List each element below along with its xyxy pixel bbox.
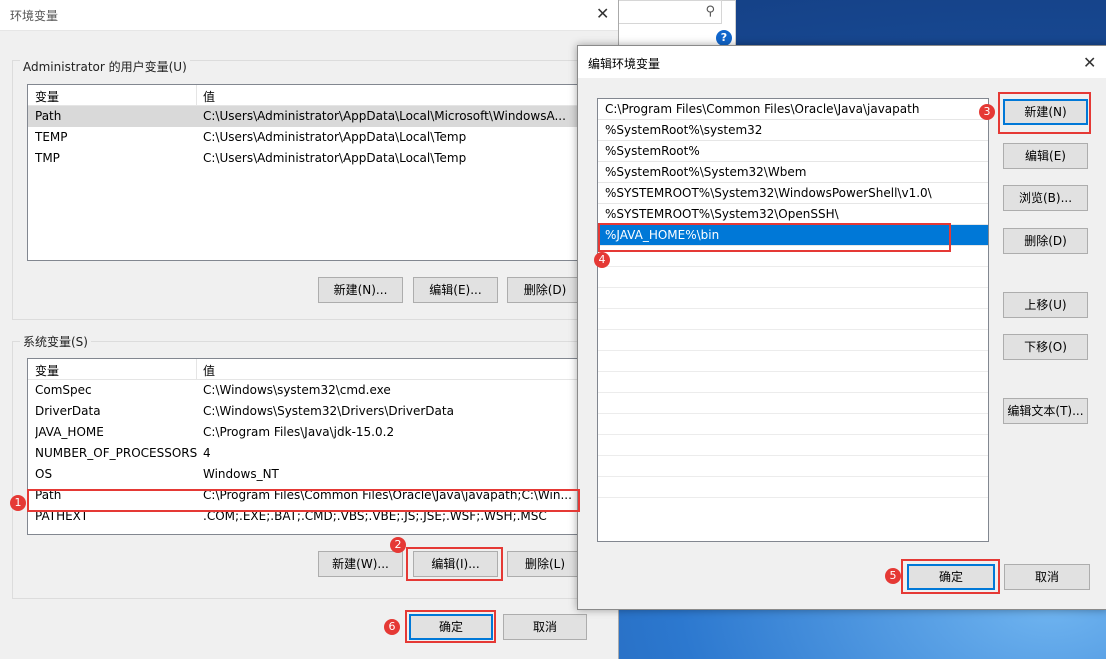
var-name: OS: [35, 467, 53, 481]
system-new-button[interactable]: 新建(W)...: [318, 551, 403, 577]
var-name: Path: [35, 488, 62, 502]
var-name: Path: [35, 109, 62, 123]
user-var-row-temp[interactable]: TEMP C:\Users\Administrator\AppData\Loca…: [28, 127, 577, 148]
step-badge-4: 4: [594, 252, 610, 268]
close-icon[interactable]: ✕: [596, 4, 609, 23]
move-up-button[interactable]: 上移(U): [1003, 292, 1088, 318]
empty-row: [598, 393, 988, 414]
user-var-row-tmp[interactable]: TMP C:\Users\Administrator\AppData\Local…: [28, 148, 577, 169]
empty-row: [598, 288, 988, 309]
edit-dialog-title: 编辑环境变量: [588, 57, 661, 71]
empty-row: [598, 414, 988, 435]
empty-row: [598, 456, 988, 477]
empty-row: [598, 309, 988, 330]
var-value: C:\Windows\System32\Drivers\DriverData: [203, 404, 454, 418]
system-var-row-comspec[interactable]: ComSpec C:\Windows\system32\cmd.exe: [28, 380, 577, 401]
env-cancel-button[interactable]: 取消: [503, 614, 587, 640]
step-badge-3: 3: [979, 104, 995, 120]
empty-row: [598, 372, 988, 393]
background-search-box[interactable]: ⚲: [618, 0, 722, 24]
column-header-value[interactable]: 值: [203, 88, 215, 105]
var-name: TEMP: [35, 130, 68, 144]
var-value: Windows_NT: [203, 467, 279, 481]
user-list-header: 变量 值: [28, 85, 577, 106]
path-entry-selected[interactable]: %JAVA_HOME%\bin: [598, 225, 988, 246]
user-variables-label: Administrator 的用户变量(U): [20, 58, 190, 75]
empty-row: [598, 267, 988, 288]
edit-dialog-titlebar: 编辑环境变量 ✕: [578, 46, 1106, 78]
user-var-row-path[interactable]: Path C:\Users\Administrator\AppData\Loca…: [28, 106, 577, 127]
var-value: C:\Users\Administrator\AppData\Local\Tem…: [203, 151, 467, 165]
var-name: NUMBER_OF_PROCESSORS: [35, 446, 198, 460]
var-value: 4: [203, 446, 211, 460]
var-name: PATHEXT: [35, 509, 89, 523]
var-value: C:\Program Files\Common Files\Oracle\Jav…: [203, 488, 572, 502]
system-var-row-path[interactable]: Path C:\Program Files\Common Files\Oracl…: [28, 485, 577, 506]
user-edit-button[interactable]: 编辑(E)...: [413, 277, 498, 303]
edit-text-button[interactable]: 编辑文本(T)...: [1003, 398, 1088, 424]
system-variables-list[interactable]: 变量 值 ComSpec C:\Windows\system32\cmd.exe…: [27, 358, 578, 535]
column-header-variable[interactable]: 变量: [35, 88, 59, 105]
system-var-row-os[interactable]: OS Windows_NT: [28, 464, 577, 485]
step-badge-2: 2: [390, 537, 406, 553]
var-value: C:\Users\Administrator\AppData\Local\Tem…: [203, 130, 467, 144]
empty-row: [598, 351, 988, 372]
path-entry[interactable]: %SystemRoot%: [598, 141, 988, 162]
step-badge-6: 6: [384, 619, 400, 635]
column-header-variable[interactable]: 变量: [35, 362, 59, 379]
system-delete-button[interactable]: 删除(L): [507, 551, 583, 577]
path-entries-list[interactable]: C:\Program Files\Common Files\Oracle\Jav…: [597, 98, 989, 542]
var-name: TMP: [35, 151, 60, 165]
delete-entry-button[interactable]: 删除(D): [1003, 228, 1088, 254]
empty-row: [598, 330, 988, 351]
path-entry[interactable]: %SystemRoot%\system32: [598, 120, 988, 141]
browse-button[interactable]: 浏览(B)...: [1003, 185, 1088, 211]
user-new-button[interactable]: 新建(N)...: [318, 277, 403, 303]
var-name: DriverData: [35, 404, 101, 418]
var-value: C:\Users\Administrator\AppData\Local\Mic…: [203, 109, 566, 123]
system-var-row-number-of-processors[interactable]: NUMBER_OF_PROCESSORS 4: [28, 443, 577, 464]
column-header-value[interactable]: 值: [203, 362, 215, 379]
empty-row: [598, 435, 988, 456]
move-down-button[interactable]: 下移(O): [1003, 334, 1088, 360]
var-name: JAVA_HOME: [35, 425, 104, 439]
edit-environment-variable-dialog: 编辑环境变量 ✕ C:\Program Files\Common Files\O…: [577, 45, 1106, 610]
env-dialog-title: 环境变量: [10, 9, 59, 23]
path-entry[interactable]: C:\Program Files\Common Files\Oracle\Jav…: [598, 99, 988, 120]
system-list-header: 变量 值: [28, 359, 577, 380]
system-var-row-pathext[interactable]: PATHEXT .COM;.EXE;.BAT;.CMD;.VBS;.VBE;.J…: [28, 506, 577, 527]
var-name: ComSpec: [35, 383, 92, 397]
step-badge-1: 1: [10, 495, 26, 511]
env-ok-button[interactable]: 确定: [409, 614, 493, 640]
var-value: .COM;.EXE;.BAT;.CMD;.VBS;.VBE;.JS;.JSE;.…: [203, 509, 547, 523]
help-icon[interactable]: ?: [716, 30, 732, 46]
path-entry[interactable]: %SYSTEMROOT%\System32\OpenSSH\: [598, 204, 988, 225]
empty-row: [598, 246, 988, 267]
env-dialog-titlebar: 环境变量 ✕: [0, 0, 618, 31]
path-entry[interactable]: %SystemRoot%\System32\Wbem: [598, 162, 988, 183]
system-edit-button[interactable]: 编辑(I)...: [413, 551, 498, 577]
var-value: C:\Windows\system32\cmd.exe: [203, 383, 391, 397]
system-var-row-driverdata[interactable]: DriverData C:\Windows\System32\Drivers\D…: [28, 401, 577, 422]
step-badge-5: 5: [885, 568, 901, 584]
search-icon: ⚲: [705, 4, 715, 19]
environment-variables-dialog: 环境变量 ✕ Administrator 的用户变量(U) 变量 值 Path …: [0, 0, 619, 659]
edit-ok-button[interactable]: 确定: [907, 564, 995, 590]
path-entry[interactable]: %SYSTEMROOT%\System32\WindowsPowerShell\…: [598, 183, 988, 204]
system-var-row-java-home[interactable]: JAVA_HOME C:\Program Files\Java\jdk-15.0…: [28, 422, 577, 443]
system-variables-label: 系统变量(S): [20, 333, 91, 350]
close-icon[interactable]: ✕: [1083, 53, 1096, 72]
empty-row: [598, 477, 988, 498]
var-value: C:\Program Files\Java\jdk-15.0.2: [203, 425, 395, 439]
new-entry-button[interactable]: 新建(N): [1003, 99, 1088, 125]
edit-cancel-button[interactable]: 取消: [1004, 564, 1090, 590]
edit-entry-button[interactable]: 编辑(E): [1003, 143, 1088, 169]
user-variables-list[interactable]: 变量 值 Path C:\Users\Administrator\AppData…: [27, 84, 578, 261]
user-delete-button[interactable]: 删除(D): [507, 277, 583, 303]
